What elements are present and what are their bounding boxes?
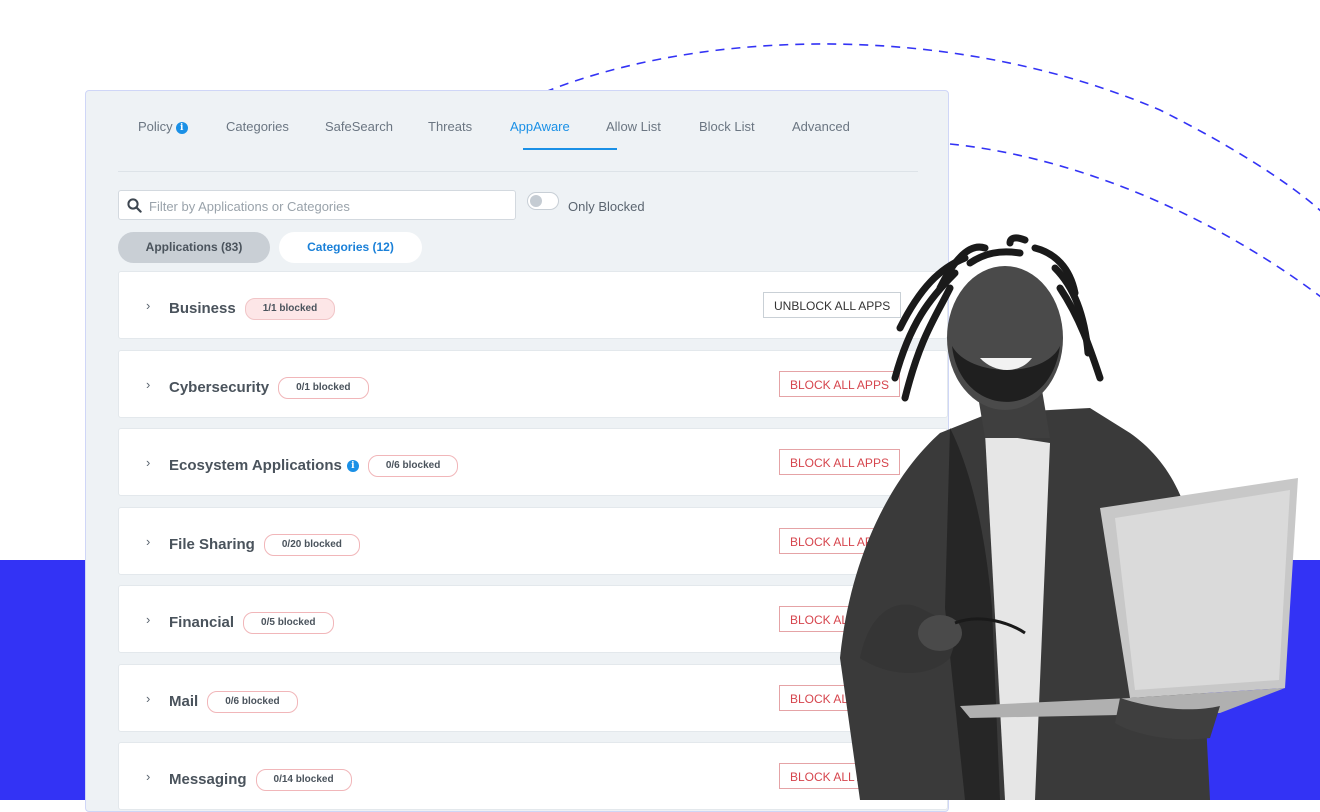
tab-bar: Policy i Categories SafeSearch Threats Ap…: [118, 91, 918, 172]
category-name: Mail: [169, 693, 199, 710]
tab-threats[interactable]: Threats: [428, 119, 472, 134]
tab-categories[interactable]: Categories: [226, 119, 289, 134]
active-tab-indicator: [523, 148, 617, 150]
search-icon: [127, 198, 142, 213]
only-blocked-label: Only Blocked: [568, 199, 645, 214]
search-box: [118, 190, 516, 220]
blocked-count-badge: 0/5 blocked: [243, 612, 334, 634]
chevron-right-icon[interactable]: ›: [146, 377, 150, 392]
tab-safesearch[interactable]: SafeSearch: [325, 119, 393, 134]
chevron-right-icon[interactable]: ›: [146, 455, 150, 470]
tab-policy[interactable]: Policy i: [138, 119, 188, 134]
chevron-right-icon[interactable]: ›: [146, 769, 150, 784]
category-name: Business: [169, 300, 236, 317]
applications-segment-button[interactable]: Applications (83): [118, 232, 270, 263]
search-input[interactable]: [147, 195, 511, 217]
chevron-right-icon[interactable]: ›: [146, 534, 150, 549]
person-with-laptop-photo: [840, 234, 1298, 800]
category-name: Messaging: [169, 771, 247, 788]
chevron-right-icon[interactable]: ›: [146, 691, 150, 706]
tab-label: Policy: [138, 119, 173, 134]
tab-block-list[interactable]: Block List: [699, 119, 755, 134]
tab-appaware[interactable]: AppAware: [510, 119, 570, 134]
category-name: Ecosystem Applications: [169, 457, 342, 474]
categories-segment-button[interactable]: Categories (12): [279, 232, 422, 263]
category-name: Financial: [169, 614, 235, 631]
blocked-count-badge: 0/6 blocked: [207, 691, 298, 713]
blocked-count-badge: 1/1 blocked: [244, 298, 336, 320]
toggle-knob: [530, 195, 542, 207]
info-icon[interactable]: i: [175, 122, 188, 134]
tab-allow-list[interactable]: Allow List: [606, 119, 661, 134]
only-blocked-toggle[interactable]: [527, 192, 559, 210]
category-name: Cybersecurity: [169, 379, 270, 396]
blocked-count-badge: 0/6 blocked: [367, 455, 459, 477]
blocked-count-badge: 0/1 blocked: [278, 377, 369, 399]
tab-advanced[interactable]: Advanced: [792, 119, 850, 134]
chevron-right-icon[interactable]: ›: [146, 612, 150, 627]
category-name: File Sharing: [169, 536, 255, 553]
blocked-count-badge: 0/14 blocked: [255, 769, 352, 791]
chevron-right-icon[interactable]: ›: [146, 298, 150, 313]
blocked-count-badge: 0/20 blocked: [263, 534, 360, 556]
info-icon[interactable]: i: [346, 460, 359, 472]
